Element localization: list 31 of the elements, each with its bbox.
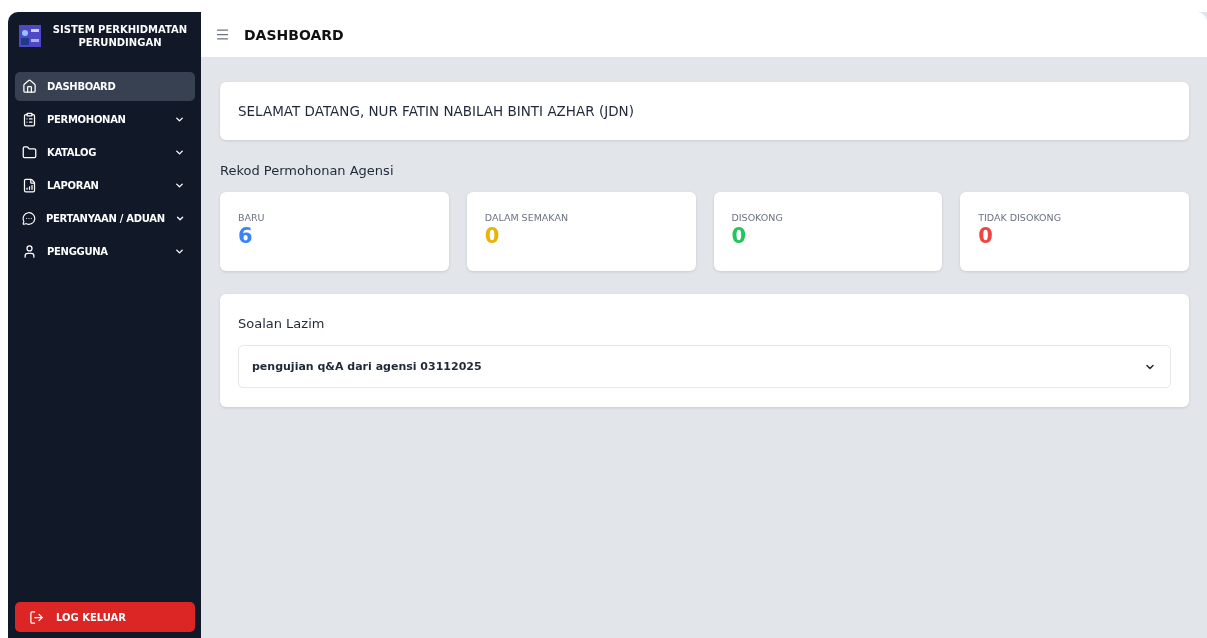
stat-value: 0 [731,223,748,249]
menu-icon[interactable] [215,27,230,42]
logout-button[interactable]: LOG KELUAR [15,602,195,632]
home-icon [22,79,37,94]
stat-value: 0 [978,223,994,249]
stat-label: BARU [238,212,266,223]
faq-title: Soalan Lazim [238,316,326,331]
logout-icon [29,609,44,625]
nav-item[interactable]: DASHBOARD [15,72,195,101]
stat-label: DISOKONG [731,212,784,223]
nav-item[interactable]: PERMOHONAN [15,105,195,134]
clipboard-icon [22,112,37,127]
nav-item[interactable]: PENGGUNA [15,237,195,266]
page-title: DASHBOARD [244,26,344,43]
welcome-card: SELAMAT DATANG, NUR FATIN NABILAH BINTI AZHAR (JDN) [220,82,1189,140]
faq-question: pengujian q&A dari agensi 03112025 [252,360,482,373]
document-chart-icon [22,178,37,193]
stat-value: 0 [484,223,501,249]
folder-icon [22,145,37,160]
faq-item[interactable]: pengujian q&A dari agensi 03112025 [238,345,1171,388]
user-icon [22,244,37,259]
app-title: SISTEM PERKHIDMATAN PERUNDINGAN [51,23,189,49]
section-title: Rekod Permohonan Agensi [220,163,395,178]
stat-label: TIDAK DISOKONG [978,212,1063,223]
nav-item[interactable]: KATALOG [15,138,195,167]
stat-label: DALAM SEMAKAN [484,212,570,223]
nav-item[interactable]: LAPORAN [15,171,195,200]
stat-value: 6 [238,223,254,249]
logo-icon [19,25,41,47]
chat-bubble-icon [22,211,36,226]
nav-item[interactable]: PERTANYAAN / ADUAN [15,204,195,233]
